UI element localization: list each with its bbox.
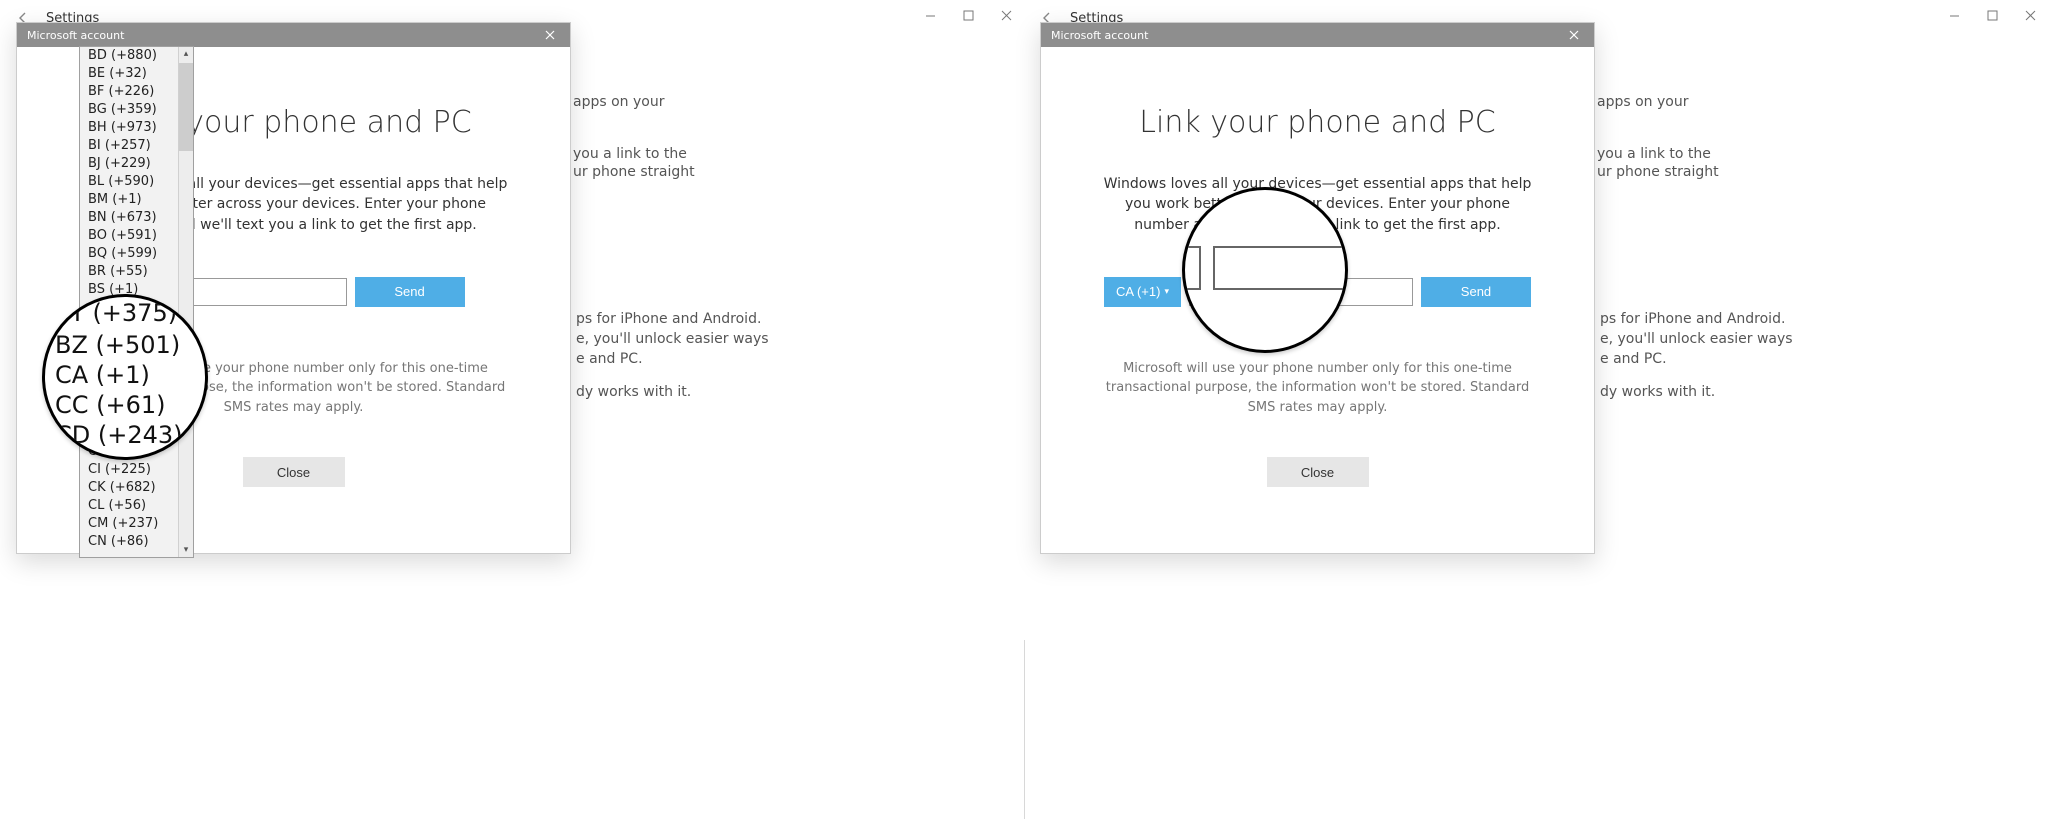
disclaimer-text: Microsoft will use your phone number onl…	[1097, 359, 1538, 418]
scroll-up-icon[interactable]: ▴	[180, 47, 192, 61]
send-button[interactable]: Send	[355, 277, 465, 307]
dialog-heading: Link your phone and PC	[1097, 105, 1538, 140]
country-code-option[interactable]: BG (+359)	[88, 101, 179, 119]
country-code-option[interactable]: BO (+591)	[88, 227, 179, 245]
magnifier-left: BY (+375) BZ (+501) CA (+1) CC (+61) CD …	[42, 294, 208, 460]
country-code-dropdown-button[interactable]: CA (+1)▾	[1104, 277, 1181, 307]
minimize-icon[interactable]	[1948, 9, 1960, 21]
country-code-option[interactable]: CN (+86)	[88, 533, 179, 551]
dialog-titlebar[interactable]: Microsoft account	[17, 23, 570, 47]
send-button[interactable]: Send	[1421, 277, 1531, 307]
scroll-thumb[interactable]	[179, 63, 193, 151]
dialog-close-icon[interactable]	[530, 23, 570, 47]
close-window-icon[interactable]	[2024, 9, 2036, 21]
maximize-icon[interactable]	[962, 9, 974, 21]
country-code-option[interactable]: BR (+55)	[88, 263, 179, 281]
country-code-option[interactable]: BL (+590)	[88, 173, 179, 191]
country-code-option[interactable]: BF (+226)	[88, 83, 179, 101]
close-button[interactable]: Close	[243, 457, 345, 487]
country-code-option[interactable]: BQ (+599)	[88, 245, 179, 263]
country-code-option[interactable]: BJ (+229)	[88, 155, 179, 173]
dropdown-scrollbar[interactable]: ▴ ▾	[178, 47, 193, 557]
dialog-close-icon[interactable]	[1554, 23, 1594, 47]
country-code-option[interactable]: CL (+56)	[88, 497, 179, 515]
minimize-icon[interactable]	[924, 9, 936, 21]
country-code-option[interactable]: BD (+880)	[88, 47, 179, 65]
screenshot-right: Settings apps on your you a link to the …	[1024, 0, 2048, 819]
country-code-option[interactable]: BH (+973)	[88, 119, 179, 137]
dialog-title: Microsoft account	[1051, 29, 1148, 42]
country-code-option[interactable]: CM (+237)	[88, 515, 179, 533]
country-code-option[interactable]: BI (+257)	[88, 137, 179, 155]
country-code-option[interactable]: CI (+225)	[88, 461, 179, 479]
chevron-down-icon: ▾	[1164, 286, 1169, 297]
maximize-icon[interactable]	[1986, 9, 1998, 21]
dialog-title: Microsoft account	[27, 29, 124, 42]
dialog-titlebar[interactable]: Microsoft account	[1041, 23, 1594, 47]
country-code-option[interactable]: BM (+1)	[88, 191, 179, 209]
country-code-option[interactable]: BN (+673)	[88, 209, 179, 227]
magnifier-right	[1182, 187, 1348, 353]
screenshot-left: Settings apps on your you a link to the …	[0, 0, 1025, 819]
close-button[interactable]: Close	[1267, 457, 1369, 487]
country-code-option[interactable]: CK (+682)	[88, 479, 179, 497]
country-code-option[interactable]: BE (+32)	[88, 65, 179, 83]
close-window-icon[interactable]	[1000, 9, 1012, 21]
scroll-down-icon[interactable]: ▾	[180, 543, 192, 557]
